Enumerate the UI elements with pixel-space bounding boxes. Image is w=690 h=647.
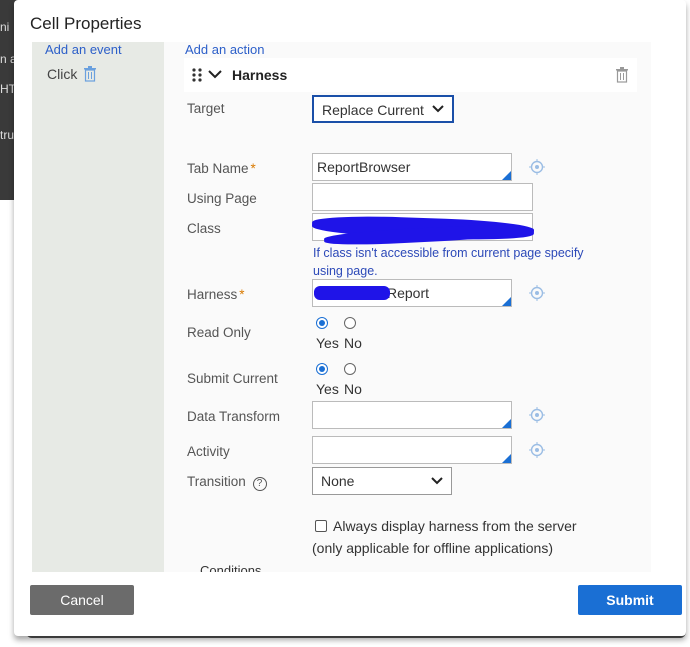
event-item-click[interactable]: Click [47,66,96,82]
activity-input[interactable] [312,436,512,464]
gear-icon[interactable] [529,442,545,458]
conditions-label: Conditions [200,563,262,572]
tab-name-input[interactable]: ReportBrowser [312,153,512,181]
target-select[interactable]: Replace Current [312,95,454,123]
harness-value: Report [387,285,430,301]
chevron-down-icon [432,105,444,113]
read-only-no-radio[interactable] [344,317,356,329]
tab-name-label: Tab Name * [187,161,256,176]
always-display-label: Always display harness from the server [333,518,577,534]
tab-name-label-text: Tab Name [187,161,249,176]
submit-current-yes-radio[interactable] [316,363,328,375]
events-pane: Add an event Click [32,42,164,572]
autocomplete-corner-icon [502,454,511,463]
submit-current-no-radio[interactable] [344,363,356,375]
always-display-checkbox[interactable] [315,520,327,532]
submit-current-label: Submit Current [187,371,278,386]
trash-icon[interactable] [615,67,629,83]
using-page-label: Using Page [187,191,257,206]
action-header: Harness [184,58,637,92]
trash-icon[interactable] [83,66,97,82]
class-label: Class [187,221,221,236]
target-label: Target [187,101,225,116]
action-pane: Add an action Harness Target Replace Cur… [164,42,651,572]
target-value: Replace Current [322,102,424,118]
gear-icon[interactable] [529,159,545,175]
data-transform-label: Data Transform [187,409,281,424]
transition-select[interactable]: None [312,467,452,495]
redaction-mark [314,286,390,300]
harness-label-text: Harness [187,287,238,302]
action-name: Harness [232,67,288,83]
transition-label-text: Transition [187,474,246,489]
chevron-down-icon [431,477,443,485]
add-action-link[interactable]: Add an action [185,42,265,57]
dialog-title: Cell Properties [30,14,142,33]
autocomplete-corner-icon [502,171,511,180]
transition-label: Transition ? [187,474,267,491]
drag-handle-icon[interactable] [192,68,202,82]
gear-icon[interactable] [529,285,545,301]
cell-properties-dialog: Cell Properties Add an event Click Add a… [14,0,686,636]
required-marker: * [239,287,245,302]
activity-label: Activity [187,444,230,459]
autocomplete-corner-icon [502,419,511,428]
read-only-yes-label: Yes [316,335,339,351]
autocomplete-corner-icon [502,297,511,306]
using-page-input[interactable] [312,183,533,211]
submit-current-yes-label: Yes [316,381,339,397]
background-text: ni [0,20,10,34]
chevron-down-icon[interactable] [208,70,222,79]
background-text: tru [0,128,15,142]
transition-value: None [321,473,355,489]
cancel-button[interactable]: Cancel [30,585,134,615]
add-event-link[interactable]: Add an event [45,42,122,57]
required-marker: * [250,161,256,176]
read-only-yes-radio[interactable] [316,317,328,329]
gear-icon[interactable] [529,407,545,423]
submit-current-no-label: No [344,381,362,397]
always-display-note: (only applicable for offline application… [312,540,553,556]
event-item-label: Click [47,66,78,82]
submit-button[interactable]: Submit [578,585,682,615]
harness-label: Harness * [187,287,245,302]
data-transform-input[interactable] [312,401,512,429]
class-hint: If class isn't accessible from current p… [313,246,584,278]
read-only-no-label: No [344,335,362,351]
help-icon[interactable]: ? [252,477,267,491]
read-only-label: Read Only [187,325,251,340]
tab-name-value: ReportBrowser [317,159,411,175]
